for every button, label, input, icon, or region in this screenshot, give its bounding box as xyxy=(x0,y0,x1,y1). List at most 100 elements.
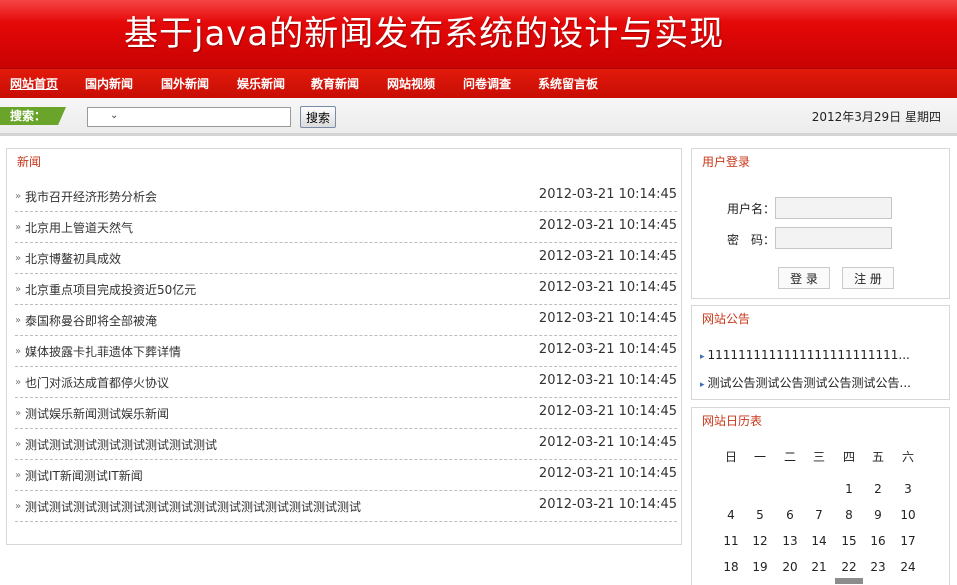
calendar-day[interactable]: 19 xyxy=(747,560,773,574)
calendar-day[interactable]: 16 xyxy=(865,534,891,548)
search-bar: 搜索： ⌄ 搜索 2012年3月29日 星期四 xyxy=(0,98,957,136)
news-row[interactable]: » 泰国称曼谷即将全部被淹 2012-03-21 10:14:45 xyxy=(15,305,677,336)
calendar-day[interactable]: 23 xyxy=(865,560,891,574)
news-title-link[interactable]: 北京用上管道天然气 xyxy=(25,219,133,236)
news-title-link[interactable]: 测试IT新闻测试IT新闻 xyxy=(25,467,143,484)
username-input[interactable] xyxy=(775,197,892,219)
site-title: 基于java的新闻发布系统的设计与实现 xyxy=(124,14,725,54)
news-title-link[interactable]: 测试测试测试测试测试测试测试测试 xyxy=(25,436,217,453)
double-arrow-icon: » xyxy=(15,253,22,264)
notice-panel: 网站公告 ▸ 1111111111111111111111111... ▸ 测试公告… xyxy=(691,305,950,400)
calendar-panel: 网站日历表 日一二三四五六 1 2 3 4 5 6 7 8 9 10 11 12 13 14 15 16 17 18… xyxy=(691,407,950,585)
register-button[interactable]: 注 册 xyxy=(842,267,894,289)
site-banner: 基于java的新闻发布系统的设计与实现 xyxy=(0,0,957,68)
news-panel: 新闻 » 我市召开经济形势分析会 2012-03-21 10:14:45» 北京用上管… xyxy=(6,148,682,545)
calendar-day[interactable]: 2 xyxy=(865,482,891,496)
news-row[interactable]: » 媒体披露卡扎菲遗体下葬详情 2012-03-21 10:14:45 xyxy=(15,336,677,367)
news-row[interactable]: » 北京重点项目完成投资近50亿元 2012-03-21 10:14:45 xyxy=(15,274,677,305)
calendar-day[interactable]: 14 xyxy=(806,534,832,548)
news-row[interactable]: » 北京用上管道天然气 2012-03-21 10:14:45 xyxy=(15,212,677,243)
current-date: 2012年3月29日 星期四 xyxy=(811,110,941,124)
calendar-day[interactable]: 22 xyxy=(836,560,862,574)
nav-item-foreign-news[interactable]: 国外新闻 xyxy=(161,69,209,99)
notice-item[interactable]: ▸ 测试公告测试公告测试公告测试公告... xyxy=(700,374,924,391)
news-title-link[interactable]: 泰国称曼谷即将全部被淹 xyxy=(25,312,157,329)
double-arrow-icon: » xyxy=(15,191,22,202)
calendar-day[interactable]: 13 xyxy=(777,534,803,548)
calendar-day[interactable]: 10 xyxy=(895,508,921,522)
news-time: 2012-03-21 10:14:45 xyxy=(538,218,677,233)
calendar-day[interactable]: 3 xyxy=(895,482,921,496)
calendar-day[interactable]: 17 xyxy=(895,534,921,548)
calendar-weekday: 二 xyxy=(783,450,796,464)
news-panel-title: 新闻 xyxy=(17,155,42,169)
nav-item-videos[interactable]: 网站视频 xyxy=(387,69,435,99)
login-button[interactable]: 登 录 xyxy=(778,267,830,289)
calendar-day[interactable]: 20 xyxy=(777,560,803,574)
news-row[interactable]: » 测试测试测试测试测试测试测试测试 2012-03-21 10:14:45 xyxy=(15,429,677,460)
bullet-arrow-icon: ▸ xyxy=(700,352,705,362)
news-time: 2012-03-21 10:14:45 xyxy=(538,466,677,481)
news-row[interactable]: » 北京博鳌初具成效 2012-03-21 10:14:45 xyxy=(15,243,677,274)
double-arrow-icon: » xyxy=(15,501,22,512)
calendar-weekday: 四 xyxy=(842,450,855,464)
nav-item-education-news[interactable]: 教育新闻 xyxy=(311,69,359,99)
notice-item-text: 测试公告测试公告测试公告测试公告... xyxy=(707,376,911,390)
search-category-select[interactable]: ⌄ xyxy=(87,107,291,127)
calendar-day[interactable]: 8 xyxy=(836,508,862,522)
nav-item-message-board[interactable]: 系统留言板 xyxy=(538,69,598,99)
calendar-day[interactable]: 18 xyxy=(718,560,744,574)
nav-item-entertainment-news[interactable]: 娱乐新闻 xyxy=(237,69,285,99)
calendar-weekday: 六 xyxy=(901,450,914,464)
calendar-weekday: 三 xyxy=(812,450,825,464)
news-row[interactable]: » 我市召开经济形势分析会 2012-03-21 10:14:45 xyxy=(15,181,677,212)
calendar-panel-title: 网站日历表 xyxy=(702,414,763,428)
calendar-day[interactable]: 15 xyxy=(836,534,862,548)
calendar-day[interactable]: 6 xyxy=(777,508,803,522)
login-panel: 用户登录 用户名： 密 码： 登 录 注 册 xyxy=(691,148,950,299)
news-title-link[interactable]: 北京博鳌初具成效 xyxy=(25,250,121,267)
news-title-link[interactable]: 测试娱乐新闻测试娱乐新闻 xyxy=(25,405,169,422)
double-arrow-icon: » xyxy=(15,470,22,481)
login-panel-title: 用户登录 xyxy=(702,155,751,169)
calendar-day[interactable]: 4 xyxy=(718,508,744,522)
news-title-link[interactable]: 也门对派达成首都停火协议 xyxy=(25,374,169,391)
news-time: 2012-03-21 10:14:45 xyxy=(538,435,677,450)
news-row[interactable]: » 也门对派达成首都停火协议 2012-03-21 10:14:45 xyxy=(15,367,677,398)
calendar-day[interactable]: 11 xyxy=(718,534,744,548)
notice-item-text: 1111111111111111111111111... xyxy=(707,348,910,362)
main-nav: 网站首页 国内新闻 国外新闻 娱乐新闻 教育新闻 网站视频 问卷调查 系统留言板 xyxy=(0,68,957,98)
double-arrow-icon: » xyxy=(15,315,22,326)
news-row[interactable]: » 测试娱乐新闻测试娱乐新闻 2012-03-21 10:14:45 xyxy=(15,398,677,429)
calendar-day[interactable]: 24 xyxy=(895,560,921,574)
password-input[interactable] xyxy=(775,227,892,249)
calendar-day[interactable]: 9 xyxy=(865,508,891,522)
calendar-day[interactable]: 7 xyxy=(806,508,832,522)
news-row[interactable]: » 测试测试测试测试测试测试测试测试测试测试测试测试测试测试 2012-03-21 … xyxy=(15,491,677,522)
nav-item-survey[interactable]: 问卷调查 xyxy=(463,69,511,99)
news-title-link[interactable]: 测试测试测试测试测试测试测试测试测试测试测试测试测试测试 xyxy=(25,498,361,515)
search-button[interactable]: 搜索 xyxy=(300,106,336,128)
news-row[interactable]: » 测试IT新闻测试IT新闻 2012-03-21 10:14:45 xyxy=(15,460,677,491)
calendar-day[interactable]: 21 xyxy=(806,560,832,574)
double-arrow-icon: » xyxy=(15,408,22,419)
username-label: 用户名： xyxy=(727,202,776,216)
password-label: 密 码： xyxy=(727,233,776,247)
notice-panel-title: 网站公告 xyxy=(702,312,751,326)
news-time: 2012-03-21 10:14:45 xyxy=(538,497,677,512)
search-label: 搜索： xyxy=(0,107,66,125)
notice-item[interactable]: ▸ 1111111111111111111111111... xyxy=(700,348,924,362)
nav-item-home[interactable]: 网站首页 xyxy=(10,69,58,99)
news-time: 2012-03-21 10:14:45 xyxy=(538,342,677,357)
double-arrow-icon: » xyxy=(15,377,22,388)
news-time: 2012-03-21 10:14:45 xyxy=(538,187,677,202)
calendar-day[interactable]: 12 xyxy=(747,534,773,548)
news-title-link[interactable]: 北京重点项目完成投资近50亿元 xyxy=(25,281,196,298)
nav-item-domestic-news[interactable]: 国内新闻 xyxy=(85,69,133,99)
calendar-day[interactable]: 1 xyxy=(836,482,862,496)
news-title-link[interactable]: 我市召开经济形势分析会 xyxy=(25,188,157,205)
calendar-weekday: 五 xyxy=(871,450,884,464)
news-time: 2012-03-21 10:14:45 xyxy=(538,311,677,326)
news-title-link[interactable]: 媒体披露卡扎菲遗体下葬详情 xyxy=(25,343,181,360)
calendar-day[interactable]: 5 xyxy=(747,508,773,522)
